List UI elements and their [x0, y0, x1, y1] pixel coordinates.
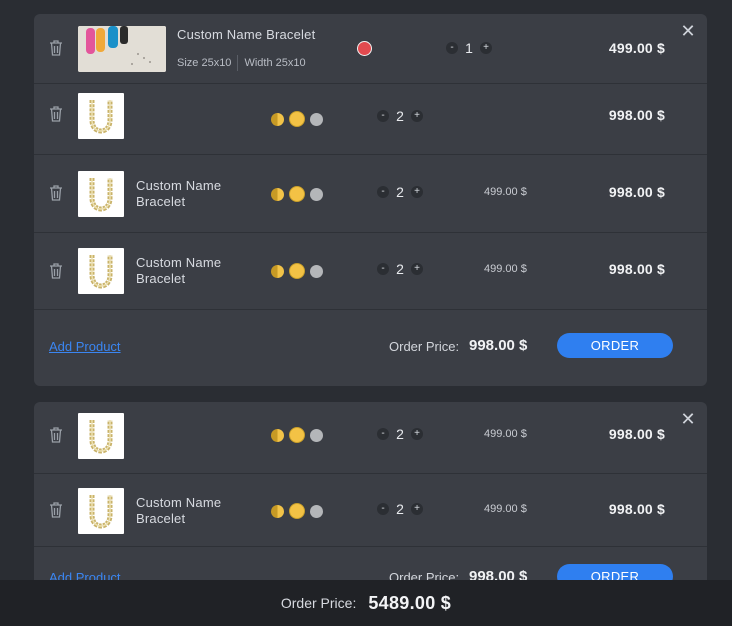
- increase-qty-button[interactable]: +: [411, 186, 423, 198]
- order-summary-bar: Order Price: 5489.00 $: [0, 580, 732, 626]
- trash-icon[interactable]: [48, 39, 64, 57]
- quantity-stepper: - 1 +: [446, 40, 492, 56]
- bracelet-u-icon: [89, 420, 113, 454]
- order-price-value: 998.00 $: [469, 337, 528, 354]
- color-options: [271, 263, 323, 279]
- color-options: [357, 41, 372, 56]
- product-thumbnail: [78, 248, 124, 294]
- cart-item: Custom Name Bracelet - 2 + 499.00 $ 998.…: [34, 155, 707, 233]
- color-swatch-gold[interactable]: [289, 503, 305, 519]
- color-swatch-two-tone[interactable]: [271, 187, 284, 201]
- close-icon[interactable]: ✕: [679, 410, 697, 428]
- color-swatch-two-tone[interactable]: [271, 112, 284, 126]
- summary-total: 5489.00 $: [368, 592, 452, 613]
- quantity-value: 2: [396, 108, 404, 124]
- color-swatch-silver[interactable]: [310, 264, 323, 278]
- size-label: Size 25x10: [177, 57, 232, 69]
- bracelet-u-icon: [89, 178, 113, 212]
- cart-item: Custom Name Bracelet - 2 + 499.00 $ 998.…: [34, 233, 707, 310]
- quantity-stepper: - 2 +: [377, 501, 423, 517]
- product-thumbnail: [78, 93, 124, 139]
- product-meta: Size 25x10 Width 25x10: [177, 55, 306, 71]
- product-thumbnail: [78, 413, 124, 459]
- decrease-qty-button[interactable]: -: [377, 263, 389, 275]
- unit-price: 499.00 $: [484, 503, 527, 515]
- trash-icon[interactable]: [48, 184, 64, 202]
- add-product-link[interactable]: Add Product: [49, 339, 121, 354]
- product-name: Custom Name Bracelet: [177, 27, 316, 42]
- product-thumbnail: [78, 171, 124, 217]
- item-total: 998.00 $: [608, 261, 665, 277]
- item-total: 998.00 $: [608, 184, 665, 200]
- color-swatch-silver[interactable]: [310, 428, 323, 442]
- color-swatch-two-tone[interactable]: [271, 264, 284, 278]
- increase-qty-button[interactable]: +: [480, 42, 492, 54]
- increase-qty-button[interactable]: +: [411, 263, 423, 275]
- color-swatch-red[interactable]: [357, 41, 372, 56]
- color-swatch-silver[interactable]: [310, 112, 323, 126]
- order-card: ✕ - 2 + 499.00 $ 998.00 $ Custom Name Br…: [34, 402, 707, 602]
- decrease-qty-button[interactable]: -: [377, 428, 389, 440]
- order-footer: Add Product Order Price: 998.00 $ ORDER: [34, 310, 707, 384]
- summary-label: Order Price:: [280, 595, 357, 611]
- order-card: ✕ Custom Name Bracelet Size 25x10 Width …: [34, 14, 707, 386]
- cart-item: Custom Name Bracelet Size 25x10 Width 25…: [34, 14, 707, 84]
- quantity-stepper: - 2 +: [377, 108, 423, 124]
- increase-qty-button[interactable]: +: [411, 110, 423, 122]
- decrease-qty-button[interactable]: -: [377, 503, 389, 515]
- quantity-stepper: - 2 +: [377, 184, 423, 200]
- color-options: [271, 111, 323, 127]
- trash-icon[interactable]: [48, 105, 64, 123]
- product-photo: [78, 26, 166, 72]
- trash-icon[interactable]: [48, 501, 64, 519]
- unit-price: 499.00 $: [484, 263, 527, 275]
- color-swatch-two-tone[interactable]: [271, 428, 284, 442]
- product-name: Custom Name Bracelet: [136, 495, 222, 526]
- bracelet-u-icon: [89, 495, 113, 529]
- quantity-stepper: - 2 +: [377, 261, 423, 277]
- bracelet-u-icon: [89, 255, 113, 289]
- order-button[interactable]: ORDER: [557, 333, 673, 358]
- quantity-value: 1: [465, 40, 473, 56]
- quantity-value: 2: [396, 426, 404, 442]
- color-swatch-two-tone[interactable]: [271, 504, 284, 518]
- item-total: 998.00 $: [608, 426, 665, 442]
- trash-icon[interactable]: [48, 262, 64, 280]
- decrease-qty-button[interactable]: -: [377, 110, 389, 122]
- product-name: Custom Name Bracelet: [136, 178, 222, 209]
- quantity-stepper: - 2 +: [377, 426, 423, 442]
- quantity-value: 2: [396, 184, 404, 200]
- color-options: [271, 427, 323, 443]
- unit-price: 499.00 $: [484, 186, 527, 198]
- item-total: 499.00 $: [608, 40, 665, 56]
- increase-qty-button[interactable]: +: [411, 428, 423, 440]
- cart-item: - 2 + 499.00 $ 998.00 $: [34, 402, 707, 474]
- order-price-label: Order Price:: [389, 339, 460, 354]
- color-swatch-gold[interactable]: [289, 111, 305, 127]
- product-name: Custom Name Bracelet: [136, 255, 222, 286]
- item-total: 998.00 $: [608, 107, 665, 123]
- color-options: [271, 186, 323, 202]
- item-total: 998.00 $: [608, 501, 665, 517]
- cart-item: - 2 + 998.00 $: [34, 84, 707, 155]
- decrease-qty-button[interactable]: -: [377, 186, 389, 198]
- close-icon[interactable]: ✕: [679, 22, 697, 40]
- color-swatch-gold[interactable]: [289, 427, 305, 443]
- quantity-value: 2: [396, 261, 404, 277]
- color-swatch-silver[interactable]: [310, 504, 323, 518]
- bracelet-u-icon: [89, 100, 113, 134]
- trash-icon[interactable]: [48, 426, 64, 444]
- decrease-qty-button[interactable]: -: [446, 42, 458, 54]
- quantity-value: 2: [396, 501, 404, 517]
- product-thumbnail: [78, 488, 124, 534]
- color-swatch-gold[interactable]: [289, 263, 305, 279]
- unit-price: 499.00 $: [484, 428, 527, 440]
- color-swatch-silver[interactable]: [310, 187, 323, 201]
- increase-qty-button[interactable]: +: [411, 503, 423, 515]
- color-swatch-gold[interactable]: [289, 186, 305, 202]
- width-label: Width 25x10: [244, 57, 306, 69]
- cart-item: Custom Name Bracelet - 2 + 499.00 $ 998.…: [34, 474, 707, 547]
- color-options: [271, 503, 323, 519]
